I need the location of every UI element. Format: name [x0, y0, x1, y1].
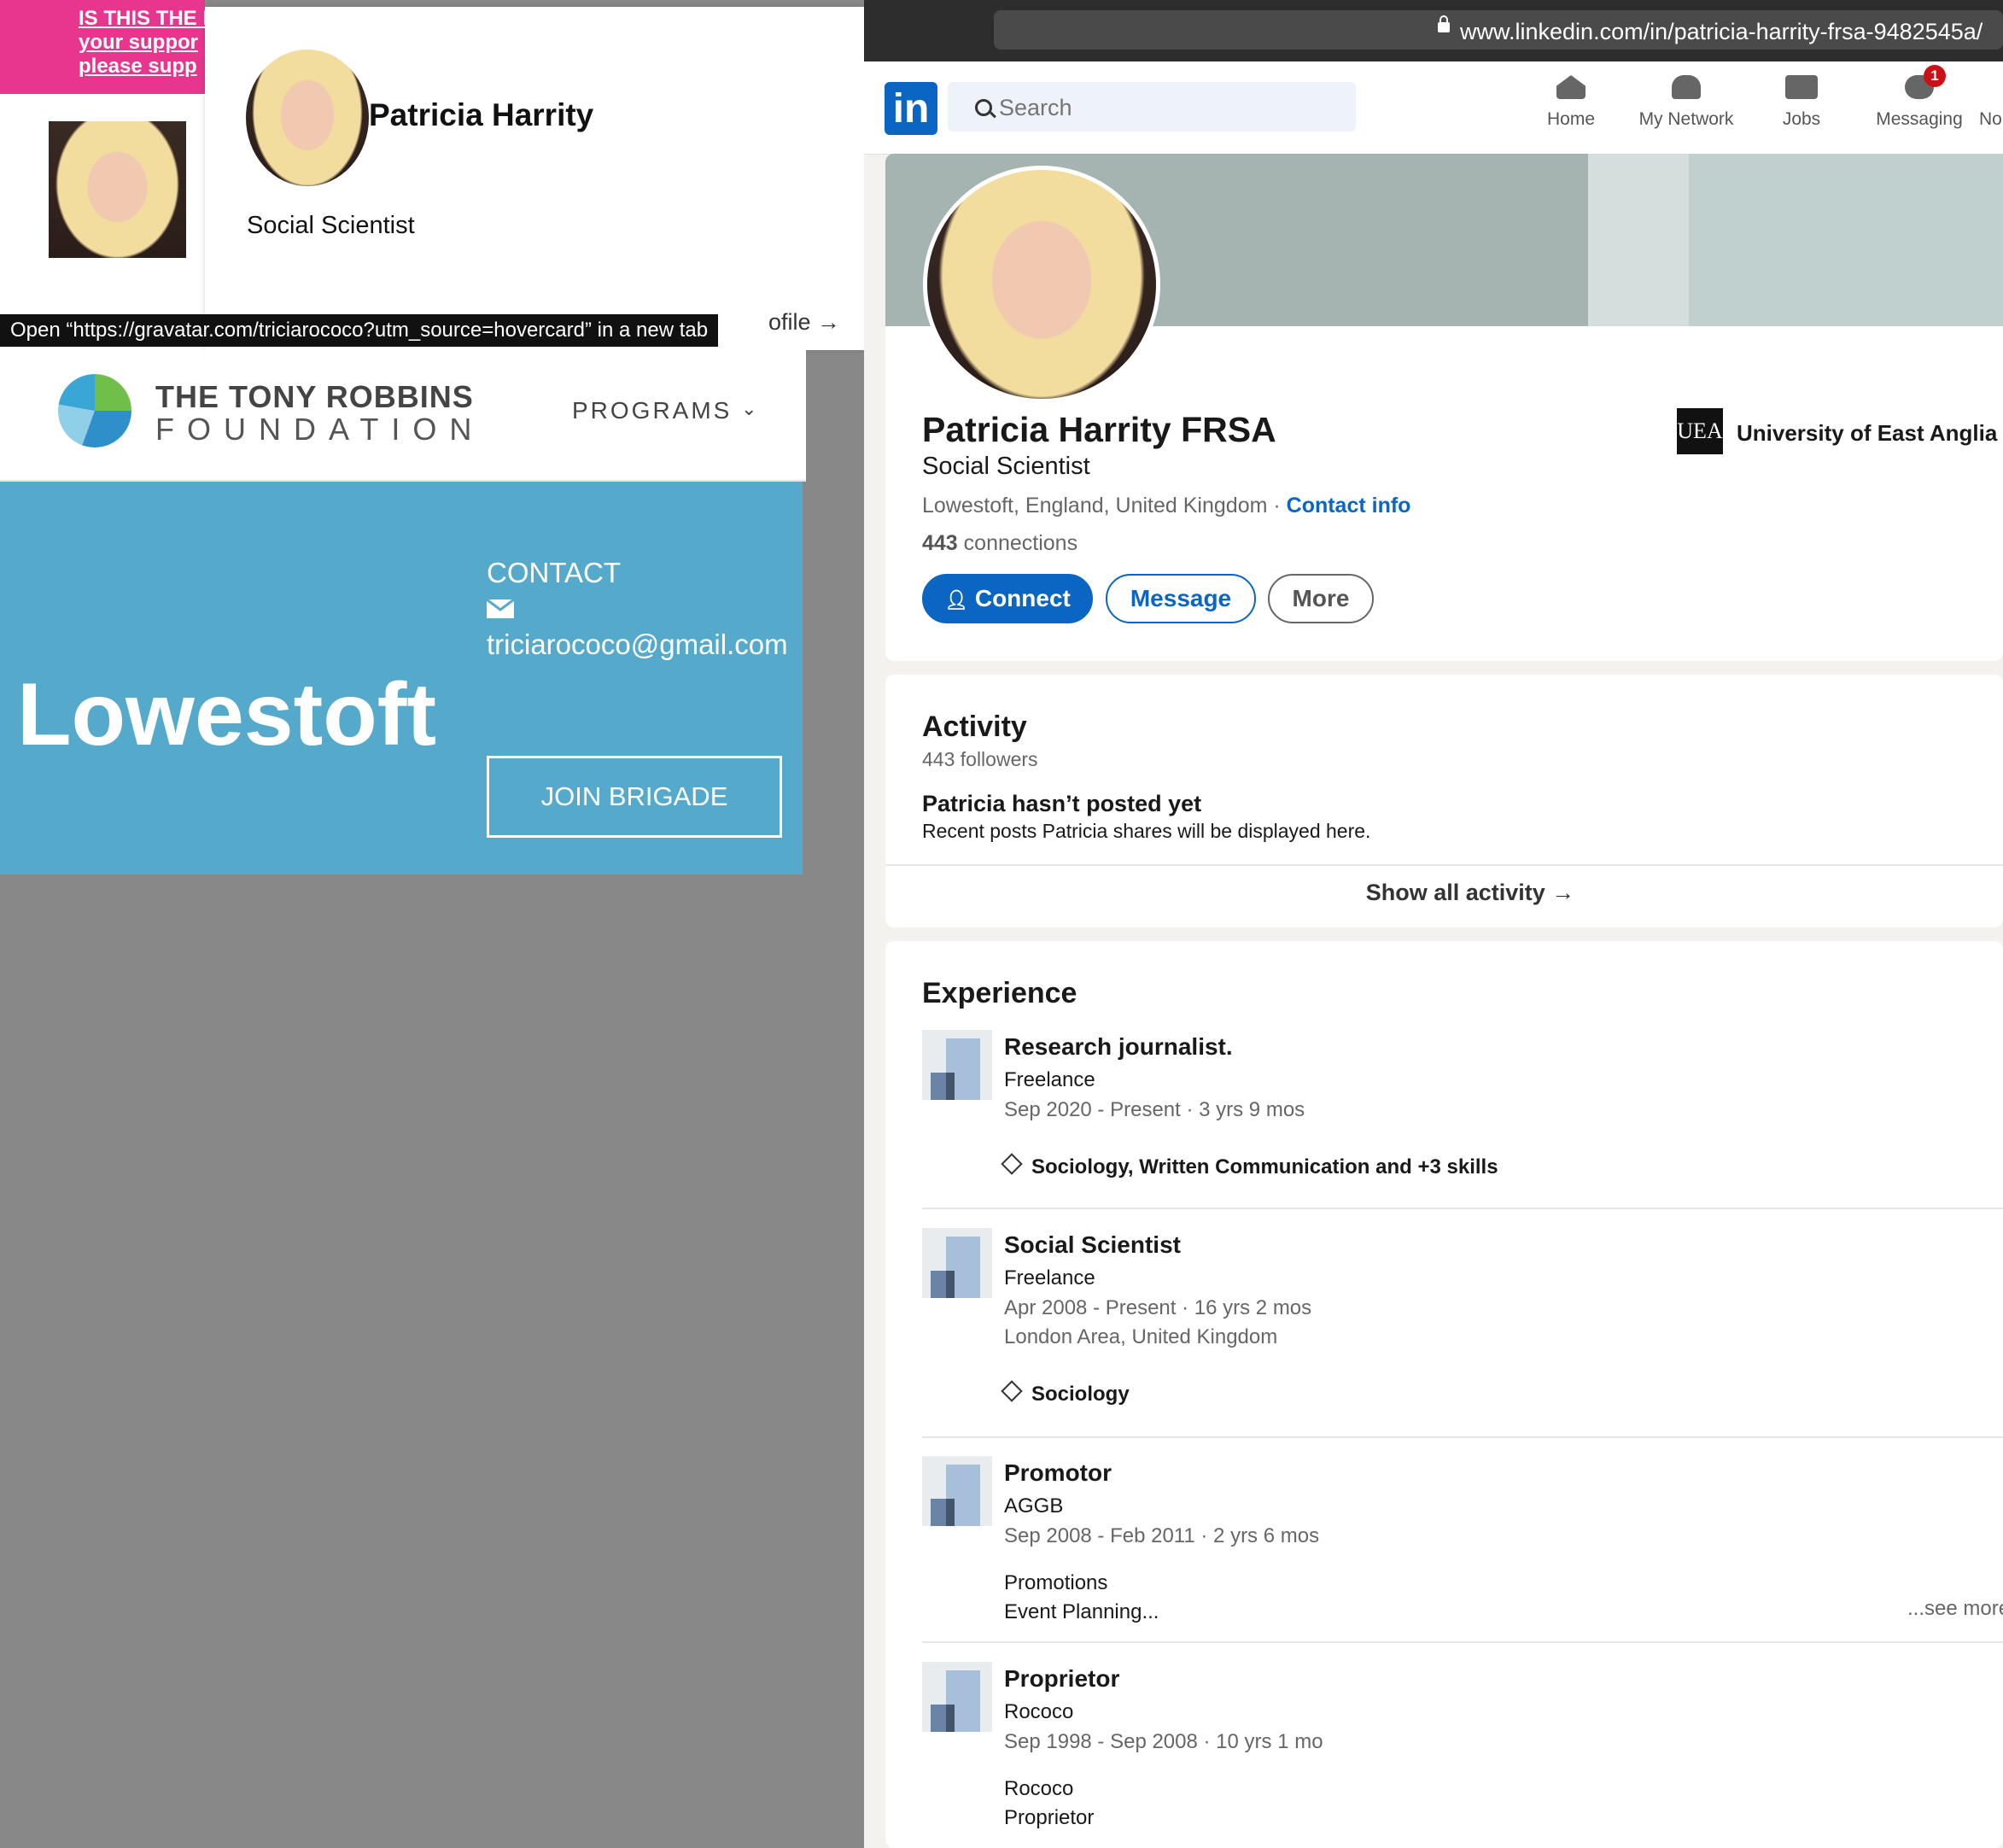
- foundation-logo-icon[interactable]: [58, 374, 131, 447]
- connect-button[interactable]: 👤︎ Connect: [922, 574, 1093, 623]
- experience-location: London Area, United Kingdom: [1004, 1325, 1278, 1348]
- contact-info-link[interactable]: Contact info: [1287, 494, 1411, 518]
- add-person-icon: 👤︎: [944, 589, 969, 611]
- divider: [922, 1208, 2003, 1209]
- connections-label: connections: [957, 531, 1078, 555]
- home-icon: [1556, 75, 1585, 99]
- experience-title: Experience: [922, 977, 1077, 1009]
- mail-icon: [487, 599, 514, 618]
- company-logo-icon[interactable]: [922, 1030, 992, 1100]
- profile-location: Lowestoft, England, United Kingdom: [922, 494, 1268, 518]
- skills-text: Sociology: [1031, 1383, 1130, 1406]
- briefcase-icon: [1785, 75, 1818, 99]
- see-more-link[interactable]: ...see more: [1907, 1597, 2003, 1621]
- contact-email[interactable]: triciarococo@gmail.com: [487, 629, 788, 661]
- connections-number: 443: [922, 531, 958, 555]
- nav-notifications[interactable]: No: [1979, 75, 2003, 143]
- company-logo-icon[interactable]: [922, 1228, 992, 1298]
- experience-description: Rococo: [1004, 1777, 1074, 1800]
- activity-title: Activity: [922, 711, 1027, 743]
- experience-org: AGGB: [1004, 1494, 1064, 1518]
- experience-dates: Apr 2008 - Present · 16 yrs 2 mos: [1004, 1296, 1312, 1319]
- experience-description: Proprietor: [1004, 1806, 1095, 1829]
- experience-org: Freelance: [1004, 1266, 1095, 1290]
- nav-programs[interactable]: PROGRAMS: [572, 397, 732, 424]
- message-button[interactable]: Message: [1106, 574, 1256, 623]
- view-profile-link[interactable]: ofile →: [768, 309, 840, 336]
- no-posts-title: Patricia hasn’t posted yet: [922, 791, 1202, 816]
- experience-org: Freelance: [1004, 1068, 1095, 1091]
- experience-org: Rococo: [1004, 1700, 1074, 1723]
- support-banner[interactable]: IS THIS THE E your suppor please supp: [0, 0, 205, 94]
- experience-role[interactable]: Proprietor: [1004, 1665, 1119, 1693]
- chevron-down-icon[interactable]: ⌄: [741, 398, 756, 420]
- banner-line: please supp: [79, 55, 197, 78]
- profile-location-line: Lowestoft, England, United Kingdom · Con…: [922, 494, 1410, 518]
- foundation-name-line2[interactable]: FOUNDATION: [155, 412, 484, 447]
- hovercard-title: Social Scientist: [247, 212, 415, 239]
- lock-icon: [1438, 15, 1450, 32]
- experience-skills[interactable]: Sociology: [1001, 1380, 1130, 1406]
- experience-description: Promotions: [1004, 1571, 1108, 1594]
- nav-notifications-label: No: [1979, 109, 2002, 129]
- experience-dates: Sep 2008 - Feb 2011 · 2 yrs 6 mos: [1004, 1524, 1320, 1547]
- divider: [922, 1436, 2003, 1438]
- profile-thumbnail-photo[interactable]: [49, 121, 186, 258]
- foundation-name-line1[interactable]: THE TONY ROBBINS: [155, 379, 474, 415]
- banner-text[interactable]: IS THIS THE E your suppor please supp: [79, 7, 205, 79]
- nav-home[interactable]: Home: [1537, 75, 1605, 143]
- profile-photo[interactable]: [923, 166, 1160, 403]
- nav-home-label: Home: [1546, 109, 1596, 129]
- nav-my-network[interactable]: My Network: [1631, 75, 1742, 143]
- connections-count[interactable]: 443 connections: [922, 531, 1077, 556]
- experience-dates: Sep 1998 - Sep 2008 · 10 yrs 1 mo: [1004, 1730, 1323, 1753]
- join-brigade-button[interactable]: JOIN BRIGADE: [487, 756, 782, 838]
- linkedin-logo-icon[interactable]: in: [885, 82, 937, 135]
- hovercard-name[interactable]: Patricia Harrity: [369, 97, 593, 133]
- nav-jobs[interactable]: Jobs: [1767, 75, 1836, 143]
- hovercard-avatar[interactable]: [246, 50, 369, 186]
- divider: [885, 864, 2003, 866]
- location-separator: ·: [1267, 494, 1287, 518]
- skill-diamond-icon: [1001, 1380, 1023, 1402]
- nav-messaging-label: Messaging: [1876, 109, 1963, 129]
- contact-label: CONTACT: [487, 557, 622, 588]
- profile-headline: Social Scientist: [922, 453, 1090, 480]
- experience-role[interactable]: Social Scientist: [1004, 1231, 1181, 1259]
- address-bar-url[interactable]: www.linkedin.com/in/patricia-harrity-frs…: [1460, 19, 1983, 45]
- education-name[interactable]: University of East Anglia: [1737, 420, 1997, 447]
- message-icon: 1: [1905, 65, 1946, 99]
- cover-right-band: [1689, 154, 2003, 326]
- company-logo-icon[interactable]: [922, 1662, 992, 1732]
- city-title: Lowestoft: [17, 665, 437, 764]
- more-button[interactable]: More: [1268, 574, 1374, 623]
- no-posts-description: Recent posts Patricia shares will be dis…: [922, 820, 1371, 842]
- experience-role[interactable]: Research journalist.: [1004, 1033, 1233, 1061]
- search-icon: [975, 99, 992, 116]
- experience-description: Event Planning...: [1004, 1600, 1159, 1623]
- experience-dates: Sep 2020 - Present · 3 yrs 9 mos: [1004, 1098, 1305, 1121]
- link-tooltip: Open “https://gravatar.com/triciarococo?…: [0, 314, 719, 347]
- nav-messaging[interactable]: 1 Messaging: [1868, 65, 1971, 143]
- divider: [922, 1641, 2003, 1643]
- show-all-activity-link[interactable]: Show all activity →: [885, 880, 2003, 906]
- search-input[interactable]: [997, 85, 1342, 130]
- skill-diamond-icon: [1001, 1153, 1023, 1175]
- nav-network-label: My Network: [1638, 109, 1734, 129]
- messaging-badge: 1: [1924, 65, 1946, 87]
- nav-jobs-label: Jobs: [1782, 109, 1821, 129]
- experience-skills[interactable]: Sociology, Written Communication and +3 …: [1001, 1153, 1498, 1179]
- skills-text: Sociology, Written Communication and +3 …: [1031, 1155, 1498, 1178]
- profile-name: Patricia Harrity FRSA: [922, 410, 1276, 449]
- company-logo-icon[interactable]: [922, 1456, 992, 1526]
- connect-label: Connect: [974, 585, 1071, 611]
- university-logo[interactable]: UEA: [1677, 408, 1723, 454]
- people-icon: [1672, 75, 1701, 99]
- experience-role[interactable]: Promotor: [1004, 1459, 1112, 1487]
- banner-line: IS THIS THE E: [79, 7, 205, 30]
- followers-count: 443 followers: [922, 748, 1038, 770]
- banner-line: your suppor: [79, 31, 199, 54]
